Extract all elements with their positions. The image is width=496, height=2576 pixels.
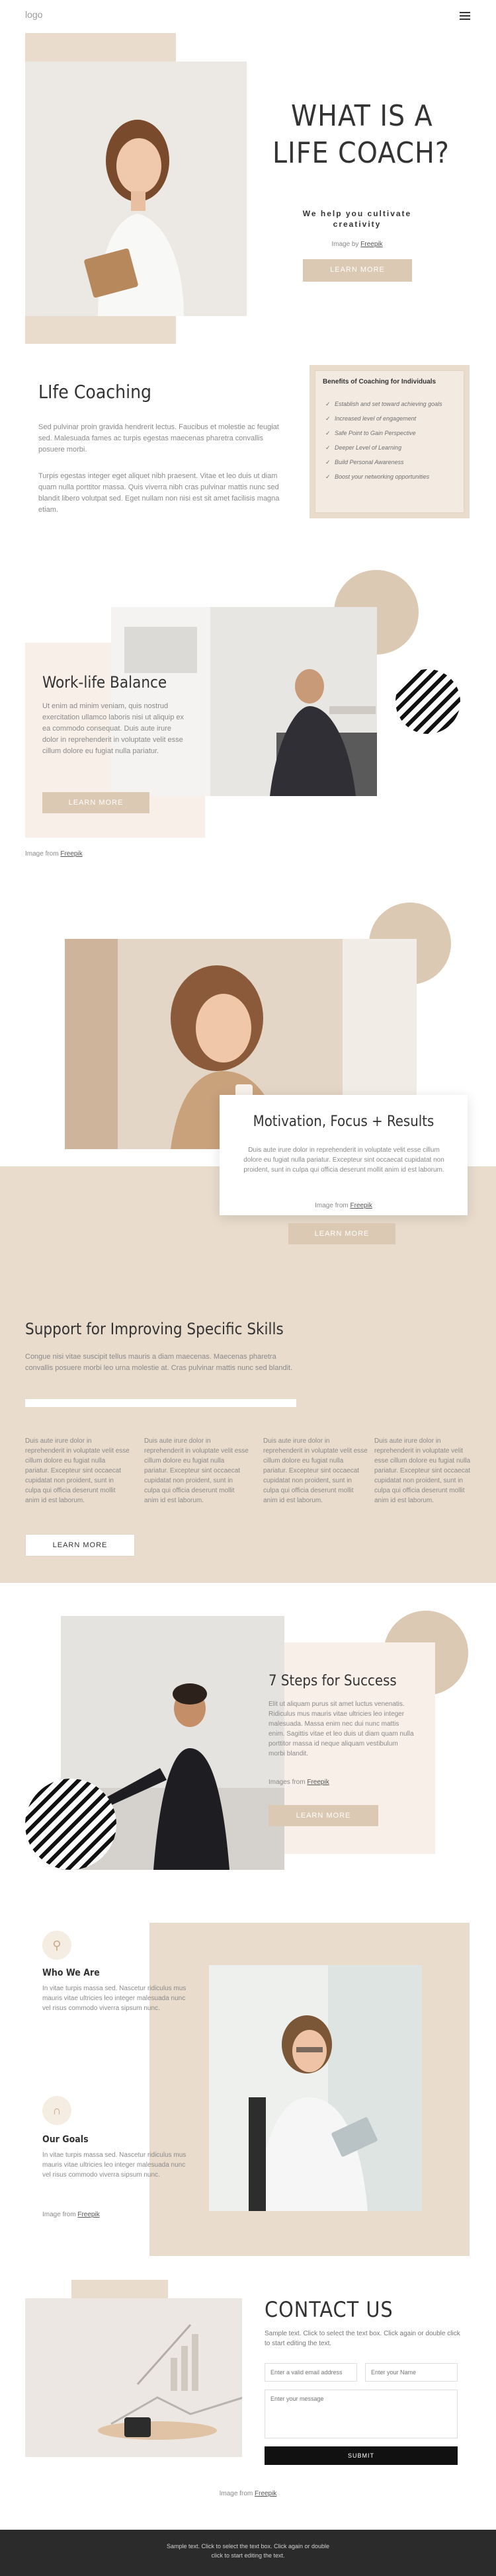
contact-freepik-link[interactable]: Freepik	[255, 2490, 276, 2497]
who-we-are-text: In vitae turpis massa sed. Nascetur ridi…	[42, 1985, 186, 2012]
benefit-item: Boost your networking opportunities	[325, 469, 458, 484]
hero-photo	[25, 61, 247, 316]
benefit-item: Establish and set toward achieving goals	[325, 397, 458, 411]
motivation-text: Duis aute irure dolor in reprehenderit i…	[243, 1147, 444, 1174]
skills-column-4: Duis aute irure dolor in reprehenderit i…	[374, 1437, 471, 1504]
decor-striped-circle	[395, 669, 460, 734]
about-image-credit: Image from Freepik	[42, 2211, 100, 2218]
benefit-item: Increased level of engagement	[325, 411, 458, 426]
hero-subtitle-line2: creativity	[333, 220, 382, 229]
worklife-text: Ut enim ad minim veniam, quis nostrud ex…	[42, 702, 184, 755]
worklife-image-credit: Image from Freepik	[25, 850, 83, 858]
contact-photo	[25, 2298, 242, 2457]
hero-learn-more-button[interactable]: LEARN MORE	[303, 259, 412, 282]
motivation-freepik-link[interactable]: Freepik	[351, 1202, 372, 1209]
contact-title: CONTACT US	[265, 2297, 393, 2322]
who-we-are-title: Who We Are	[42, 1968, 100, 1978]
motivation-image-credit: Image from Freepik	[220, 1202, 468, 1209]
footer-text-line1: Sample text. Click to select the text bo…	[166, 2543, 330, 2550]
steps-title: 7 Steps for Success	[269, 1673, 397, 1689]
hero-image-from: Image by	[331, 241, 359, 248]
email-field[interactable]	[265, 2363, 357, 2382]
steps-image-credit: Images from Freepik	[269, 1779, 329, 1786]
contact-text: Sample text. Click to select the text bo…	[265, 2330, 460, 2347]
decor-striped-circle-2	[25, 1779, 116, 1870]
benefit-item: Build Personal Awareness	[325, 455, 458, 469]
worklife-freepik-link[interactable]: Freepik	[60, 850, 82, 858]
worklife-image-from: Image from	[25, 850, 59, 858]
hero-subtitle-line1: We help you cultivate	[302, 209, 412, 218]
steps-freepik-link[interactable]: Freepik	[307, 1779, 329, 1786]
skills-learn-more-button[interactable]: LEARN MORE	[25, 1534, 135, 1556]
about-freepik-link[interactable]: Freepik	[77, 2211, 99, 2218]
skills-intro: Congue nisi vitae suscipit tellus mauris…	[25, 1353, 293, 1372]
contact-image-credit: Image from Freepik	[0, 2490, 496, 2497]
life-coaching-para1: Sed pulvinar proin gravida hendrerit lec…	[38, 423, 279, 454]
benefit-item: Safe Point to Gain Perspective	[325, 426, 458, 440]
motivation-band	[0, 1166, 496, 1583]
contact-image-from: Image from	[219, 2490, 253, 2497]
benefits-list: Establish and set toward achieving goals…	[325, 397, 458, 484]
steps-text: Elit ut aliquam purus sit amet luctus ve…	[269, 1701, 414, 1757]
skills-divider	[25, 1399, 296, 1407]
skills-title: Support for Improving Specific Skills	[25, 1320, 284, 1338]
worklife-learn-more-button[interactable]: LEARN MORE	[42, 792, 149, 813]
skills-column-2: Duis aute irure dolor in reprehenderit i…	[144, 1437, 249, 1504]
benefits-title: Benefits of Coaching for Individuals	[323, 378, 436, 385]
our-goals-text: In vitae turpis massa sed. Nascetur ridi…	[42, 2152, 186, 2179]
benefits-box: Benefits of Coaching for Individuals Est…	[310, 365, 470, 518]
logo[interactable]: logo	[25, 9, 42, 20]
skills-column-1: Duis aute irure dolor in reprehenderit i…	[25, 1437, 130, 1504]
steps-learn-more-button[interactable]: LEARN MORE	[269, 1805, 378, 1826]
footer: Sample text. Click to select the text bo…	[0, 2530, 496, 2576]
submit-button[interactable]: SUBMIT	[265, 2446, 458, 2465]
about-photo	[209, 1965, 422, 2211]
hamburger-icon[interactable]	[460, 12, 470, 20]
hero-image-credit: Image by Freepik	[291, 241, 423, 248]
life-coaching-title: LIfe Coaching	[38, 381, 152, 403]
hero-title-line1: WHAT IS A	[291, 99, 433, 133]
motivation-image-from: Image from	[315, 1202, 349, 1209]
worklife-title: Work-life Balance	[42, 673, 167, 692]
benefit-item: Deeper Level of Learning	[325, 440, 458, 455]
motivation-learn-more-button[interactable]: LEARN MORE	[288, 1223, 395, 1244]
footer-text-line2: click to start editing the text.	[211, 2552, 285, 2559]
message-field[interactable]	[265, 2390, 458, 2438]
our-goals-title: Our Goals	[42, 2134, 89, 2145]
life-coaching-para2: Turpis egestas integer eget aliquet nibh…	[38, 472, 280, 514]
name-field[interactable]	[365, 2363, 458, 2382]
hero-title-line2: LIFE COACH?	[272, 136, 450, 170]
lightbulb-icon: ⚲	[42, 1931, 71, 1960]
steps-image-from: Images from	[269, 1779, 306, 1786]
about-image-from: Image from	[42, 2211, 76, 2218]
hero-freepik-link[interactable]: Freepik	[360, 241, 382, 248]
motivation-title: Motivation, Focus + Results	[253, 1113, 434, 1130]
magnet-icon: ∩	[42, 2096, 71, 2125]
skills-column-3: Duis aute irure dolor in reprehenderit i…	[263, 1437, 368, 1504]
